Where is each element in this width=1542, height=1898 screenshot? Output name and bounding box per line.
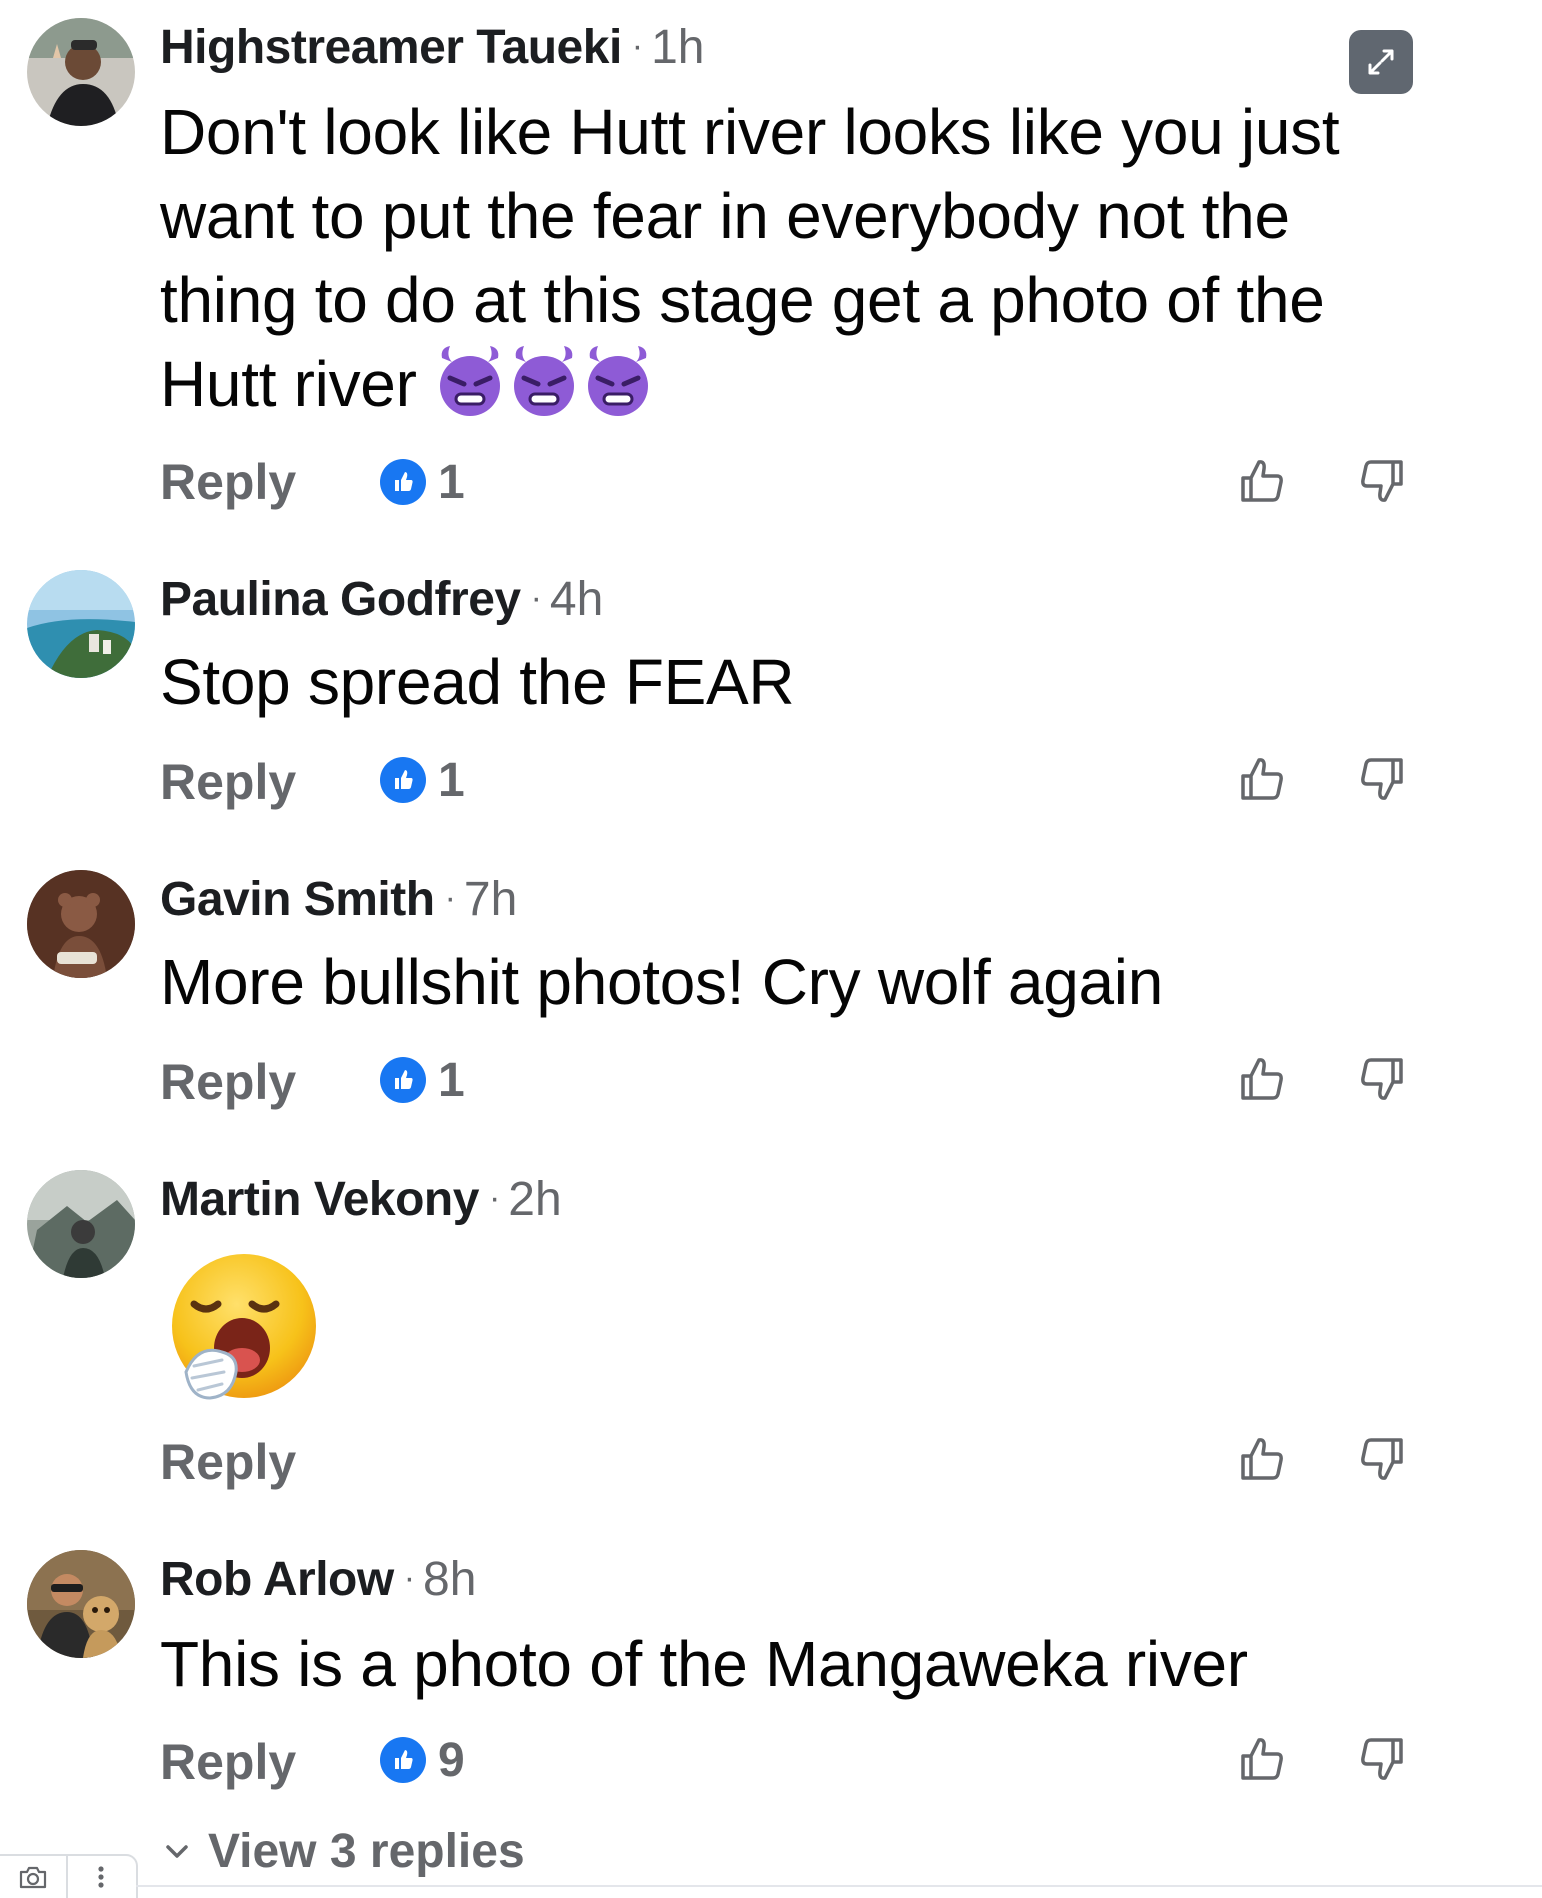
avatar[interactable] — [27, 18, 135, 126]
reply-button[interactable]: Reply — [160, 1432, 296, 1492]
thumbs-up-badge-icon — [380, 1737, 426, 1783]
comment-body: More bullshit photos! Cry wolf again — [160, 940, 1420, 1024]
thumbs-down-outline-icon — [1361, 460, 1403, 502]
thumbs-down-outline-icon — [1361, 1738, 1403, 1780]
comment-timestamp[interactable]: 7h — [464, 873, 517, 926]
avatar[interactable] — [27, 870, 135, 978]
comment-body: Don't look like Hutt river looks like yo… — [160, 90, 1420, 426]
like-count: 1 — [438, 753, 465, 807]
author-name[interactable]: Martin Vekony — [160, 1173, 479, 1226]
comment-text: More bullshit photos! Cry wolf again — [160, 946, 1164, 1018]
comment-header: Gavin Smith · 7h — [160, 870, 517, 928]
reply-button[interactable]: Reply — [160, 1732, 296, 1792]
comment-header: Highstreamer Taueki · 1h — [160, 18, 705, 76]
bottom-toolbar — [0, 1854, 138, 1898]
downvote-button[interactable] — [1353, 1730, 1411, 1788]
comment-text: Don't look like Hutt river looks like yo… — [160, 96, 1340, 420]
thumbs-down-outline-icon — [1361, 758, 1403, 800]
thumbs-down-outline-icon — [1361, 1438, 1403, 1480]
more-vertical-icon — [98, 1866, 104, 1888]
thumbs-up-badge-icon — [380, 459, 426, 505]
smiling-devil-emoji — [588, 346, 649, 416]
like-count: 1 — [438, 455, 465, 509]
comment-body: This is a photo of the Mangaweka river — [160, 1622, 1420, 1706]
thumbs-up-outline-icon — [1241, 1738, 1283, 1780]
view-replies-label: View 3 replies — [208, 1825, 525, 1878]
like-count: 9 — [438, 1733, 465, 1787]
camera-button[interactable] — [0, 1856, 66, 1898]
like-count: 1 — [438, 1053, 465, 1107]
thumbs-up-badge-icon — [380, 1057, 426, 1103]
thumbs-down-outline-icon — [1361, 1058, 1403, 1100]
thumbs-up-outline-icon — [1241, 1438, 1283, 1480]
avatar[interactable] — [27, 570, 135, 678]
upvote-button[interactable] — [1233, 750, 1291, 808]
chevron-down-icon — [166, 1845, 188, 1858]
comment-timestamp[interactable]: 8h — [423, 1553, 476, 1606]
comment-header: Rob Arlow · 8h — [160, 1550, 476, 1608]
comment-text: This is a photo of the Mangaweka river — [160, 1628, 1248, 1700]
comment-text: Stop spread the FEAR — [160, 646, 795, 718]
upvote-button[interactable] — [1233, 452, 1291, 510]
comment-header: Martin Vekony · 2h — [160, 1170, 562, 1228]
reply-button[interactable]: Reply — [160, 452, 296, 512]
expand-button[interactable] — [1349, 30, 1413, 94]
smiling-devil-emoji — [440, 346, 501, 416]
like-summary[interactable]: 1 — [380, 452, 465, 512]
downvote-button[interactable] — [1353, 750, 1411, 808]
separator-dot: · — [631, 27, 644, 65]
separator-dot: · — [403, 1559, 416, 1597]
comments-panel: Highstreamer Taueki · 1h Don't look like H… — [0, 0, 1542, 1898]
view-replies-link[interactable]: View 3 replies — [160, 1822, 525, 1882]
reply-button[interactable]: Reply — [160, 1052, 296, 1112]
expand-arrows-icon — [1368, 49, 1394, 75]
thumbs-up-outline-icon — [1241, 758, 1283, 800]
thumbs-up-outline-icon — [1241, 1058, 1283, 1100]
yawning-face-emoji — [160, 1248, 324, 1412]
like-summary[interactable]: 9 — [380, 1730, 465, 1790]
like-summary[interactable]: 1 — [380, 750, 465, 810]
avatar[interactable] — [27, 1170, 135, 1278]
avatar[interactable] — [27, 1550, 135, 1658]
author-name[interactable]: Highstreamer Taueki — [160, 21, 622, 74]
divider — [136, 1885, 1542, 1887]
comment-body: Stop spread the FEAR — [160, 640, 1420, 724]
thumbs-up-badge-icon — [380, 757, 426, 803]
comment-header: Paulina Godfrey · 4h — [160, 570, 603, 628]
comment-timestamp[interactable]: 1h — [651, 21, 704, 74]
separator-dot: · — [530, 579, 542, 617]
upvote-button[interactable] — [1233, 1430, 1291, 1488]
separator-dot: · — [488, 1179, 501, 1217]
reply-button[interactable]: Reply — [160, 752, 296, 812]
like-summary[interactable]: 1 — [380, 1050, 465, 1110]
upvote-button[interactable] — [1233, 1730, 1291, 1788]
more-options-button[interactable] — [66, 1856, 134, 1898]
smiling-devil-emoji — [514, 346, 575, 416]
upvote-button[interactable] — [1233, 1050, 1291, 1108]
separator-dot: · — [444, 879, 456, 917]
author-name[interactable]: Paulina Godfrey — [160, 573, 521, 626]
comment-timestamp[interactable]: 4h — [550, 573, 603, 626]
camera-icon — [19, 1866, 47, 1889]
author-name[interactable]: Rob Arlow — [160, 1553, 394, 1606]
thumbs-up-outline-icon — [1241, 460, 1283, 502]
comment-timestamp[interactable]: 2h — [508, 1173, 561, 1226]
downvote-button[interactable] — [1353, 452, 1411, 510]
downvote-button[interactable] — [1353, 1050, 1411, 1108]
author-name[interactable]: Gavin Smith — [160, 873, 435, 926]
downvote-button[interactable] — [1353, 1430, 1411, 1488]
